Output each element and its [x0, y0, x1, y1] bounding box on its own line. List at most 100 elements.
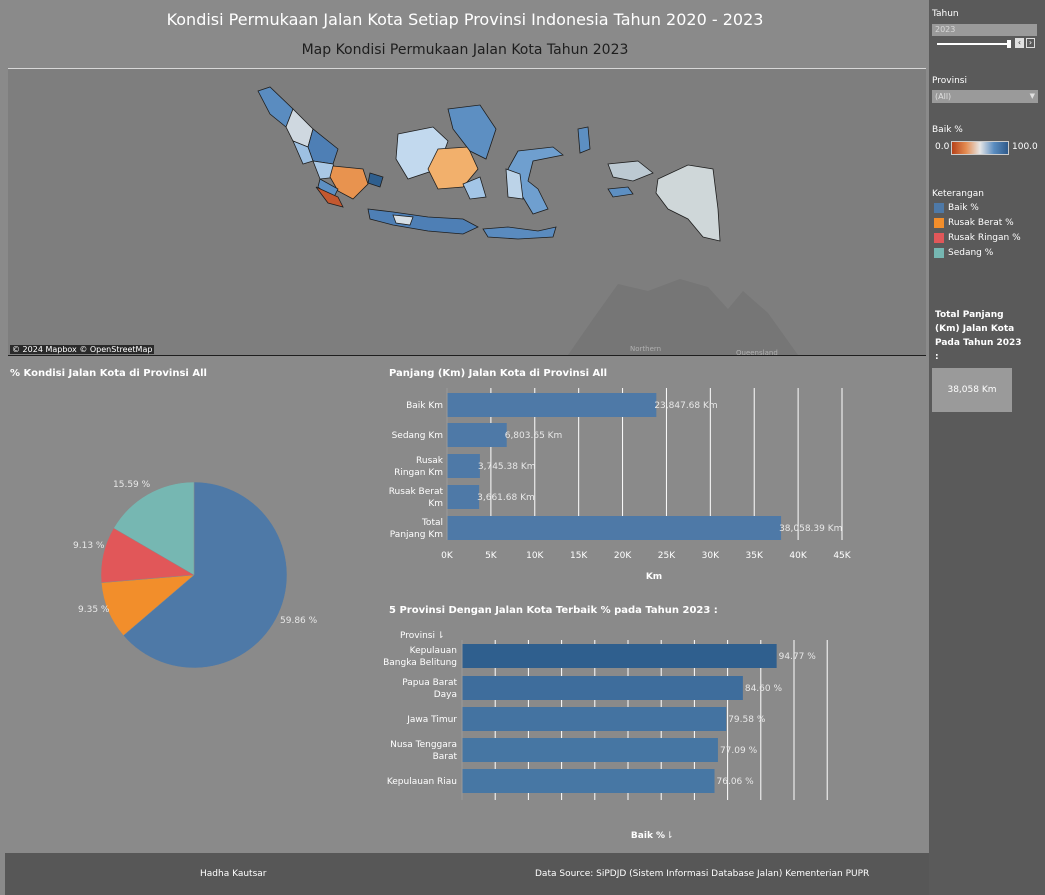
bar-value-label: 23,847.68 Km: [654, 401, 717, 411]
x-tick-label: 30K: [702, 551, 720, 561]
region-aceh: [257, 86, 294, 128]
x-tick-label: 10K: [526, 551, 544, 561]
bar[interactable]: [447, 454, 480, 478]
bar-value-label: 94.77 %: [779, 652, 817, 662]
pie-chart-title: % Kondisi Jalan Kota di Provinsi All: [10, 368, 207, 379]
y-category-label: Panjang Km: [390, 530, 443, 540]
legend-title: Keterangan: [932, 189, 984, 199]
legend-swatch: [934, 233, 944, 243]
pie-slice-label: 9.35 %: [78, 605, 110, 615]
bar-value-label: 84.60 %: [745, 684, 783, 694]
data-source: Data Source: SiPDJD (Sistem Informasi Da…: [535, 869, 870, 879]
scale-min: 0.0: [935, 142, 950, 152]
legend-item[interactable]: Rusak Berat %: [934, 218, 1014, 229]
legend-item[interactable]: Rusak Ringan %: [934, 233, 1021, 244]
bar[interactable]: [447, 485, 480, 509]
x-tick-label: 0K: [441, 551, 454, 561]
y-category-label: Ringan Km: [394, 468, 443, 478]
sort-icon[interactable]: ⇂: [437, 631, 445, 641]
x-tick-label: 25K: [658, 551, 676, 561]
bar-value-label: 76.06 %: [717, 777, 755, 787]
bar[interactable]: [447, 516, 782, 540]
tahun-label: Tahun: [932, 9, 959, 19]
legend-label: Sedang %: [948, 248, 994, 258]
y-category-label: Baik Km: [406, 401, 443, 411]
provinsi-dropdown[interactable]: (All) ▼: [932, 90, 1038, 103]
pie-slice-label: 59.86 %: [280, 616, 318, 626]
panjang-chart-title: Panjang (Km) Jalan Kota di Provinsi All: [389, 368, 608, 379]
y-category-label: Rusak Berat: [389, 487, 444, 497]
panjang-bar-chart[interactable]: 0K 5K 10K 15K 20K 25K 30K 35K 40K 45K Baik Km 23,84…: [380, 380, 900, 585]
bar[interactable]: [447, 423, 507, 447]
tahun-slider-track[interactable]: [937, 43, 1011, 45]
legend-swatch: [934, 248, 944, 258]
sort-icon[interactable]: ⇂: [666, 831, 674, 841]
legend-swatch: [934, 203, 944, 213]
tahun-value-field[interactable]: 2023: [932, 24, 1037, 36]
legend-label: Baik %: [948, 203, 979, 213]
region-jawa: [367, 208, 479, 235]
x-axis-label: Km: [646, 572, 662, 582]
y-category-label: Sedang Km: [392, 431, 443, 441]
bar[interactable]: [462, 769, 715, 793]
total-panjang-title: Total Panjang (Km) Jalan Kota Pada Tahun…: [935, 310, 1022, 362]
bar[interactable]: [462, 738, 718, 762]
bar[interactable]: [462, 676, 743, 700]
legend-item[interactable]: Sedang %: [934, 248, 993, 259]
pie-slice-label: 15.59 %: [113, 480, 151, 490]
y-category-label: Rusak: [416, 456, 444, 466]
top5-bar-chart[interactable]: Provinsi ⇂KepulauanBangka Belitung94.77 %…: [380, 622, 900, 844]
y-category-label: Nusa Tenggara: [390, 740, 457, 750]
bar-value-label: 77.09 %: [720, 746, 758, 756]
x-tick-label: 40K: [789, 551, 807, 561]
bar[interactable]: [462, 644, 777, 668]
chevron-right-icon[interactable]: ›: [1026, 38, 1035, 48]
y-category-label: Bangka Belitung: [383, 658, 457, 668]
map-attribution[interactable]: © 2024 Mapbox © OpenStreetMap: [10, 345, 155, 354]
pie-chart[interactable]: 59.86 % 9.35 % 9.13 % 15.59 %: [0, 380, 380, 850]
australia-landmass: [568, 279, 798, 355]
legend-swatch: [934, 218, 944, 228]
top5-chart-title: 5 Provinsi Dengan Jalan Kota Terbaik % p…: [389, 605, 718, 616]
bar-value-label: 6,803.65 Km: [505, 431, 563, 441]
legend-item[interactable]: Baik %: [934, 203, 979, 214]
y-category-label: Km: [428, 499, 443, 509]
y-category-label: Daya: [434, 690, 457, 700]
filter-sidebar: Tahun 2023 ‹ › Provinsi (All) ▼ Baik % 0…: [929, 0, 1045, 895]
bar-value-label: 79.58 %: [728, 715, 766, 725]
bar[interactable]: [447, 393, 657, 417]
x-tick-label: 20K: [614, 551, 632, 561]
provinsi-header-label: Provinsi: [400, 631, 435, 641]
x-tick-label: 35K: [746, 551, 764, 561]
tahun-slider-handle[interactable]: [1007, 40, 1011, 48]
chevron-down-icon: ▼: [1029, 92, 1035, 100]
dashboard-title: Kondisi Permukaan Jalan Kota Setiap Prov…: [166, 10, 764, 29]
x-tick-label: 45K: [833, 551, 851, 561]
provinsi-label: Provinsi: [932, 76, 967, 86]
indonesia-map[interactable]: Northern Queensland: [8, 69, 926, 355]
y-category-label: Kepulauan: [410, 646, 457, 656]
map-place-label: Northern: [630, 345, 661, 353]
bar-value-label: 3,745.38 Km: [478, 462, 536, 472]
y-category-label: Kepulauan Riau: [387, 777, 457, 787]
author-name: Hadha Kautsar: [200, 869, 267, 879]
y-category-label: Papua Barat: [402, 678, 457, 688]
map-place-label: Queensland: [736, 349, 778, 355]
bar-value-label: 3,661.68 Km: [477, 493, 535, 503]
y-category-label: Total: [421, 518, 443, 528]
footer: Hadha Kautsar Data Source: SiPDJD (Siste…: [5, 853, 929, 895]
region-papua: [655, 164, 721, 242]
y-category-label: Jawa Timur: [406, 715, 457, 725]
map-panel[interactable]: Northern Queensland © 2024 Mapbox © Open…: [8, 68, 926, 356]
chevron-left-icon[interactable]: ‹: [1015, 38, 1024, 48]
x-tick-label: 15K: [570, 551, 588, 561]
bar[interactable]: [462, 707, 727, 731]
bar-value-label: 38,058.39 Km: [779, 524, 842, 534]
legend-label: Rusak Berat %: [948, 218, 1014, 228]
x-tick-label: 5K: [485, 551, 498, 561]
map-title: Map Kondisi Permukaan Jalan Kota Tahun 2…: [301, 42, 629, 58]
scale-max: 100.0: [1012, 142, 1038, 152]
region-nusa-tenggara: [482, 226, 557, 240]
provinsi-dropdown-value: (All): [935, 92, 952, 101]
y-category-label: Barat: [433, 752, 458, 762]
